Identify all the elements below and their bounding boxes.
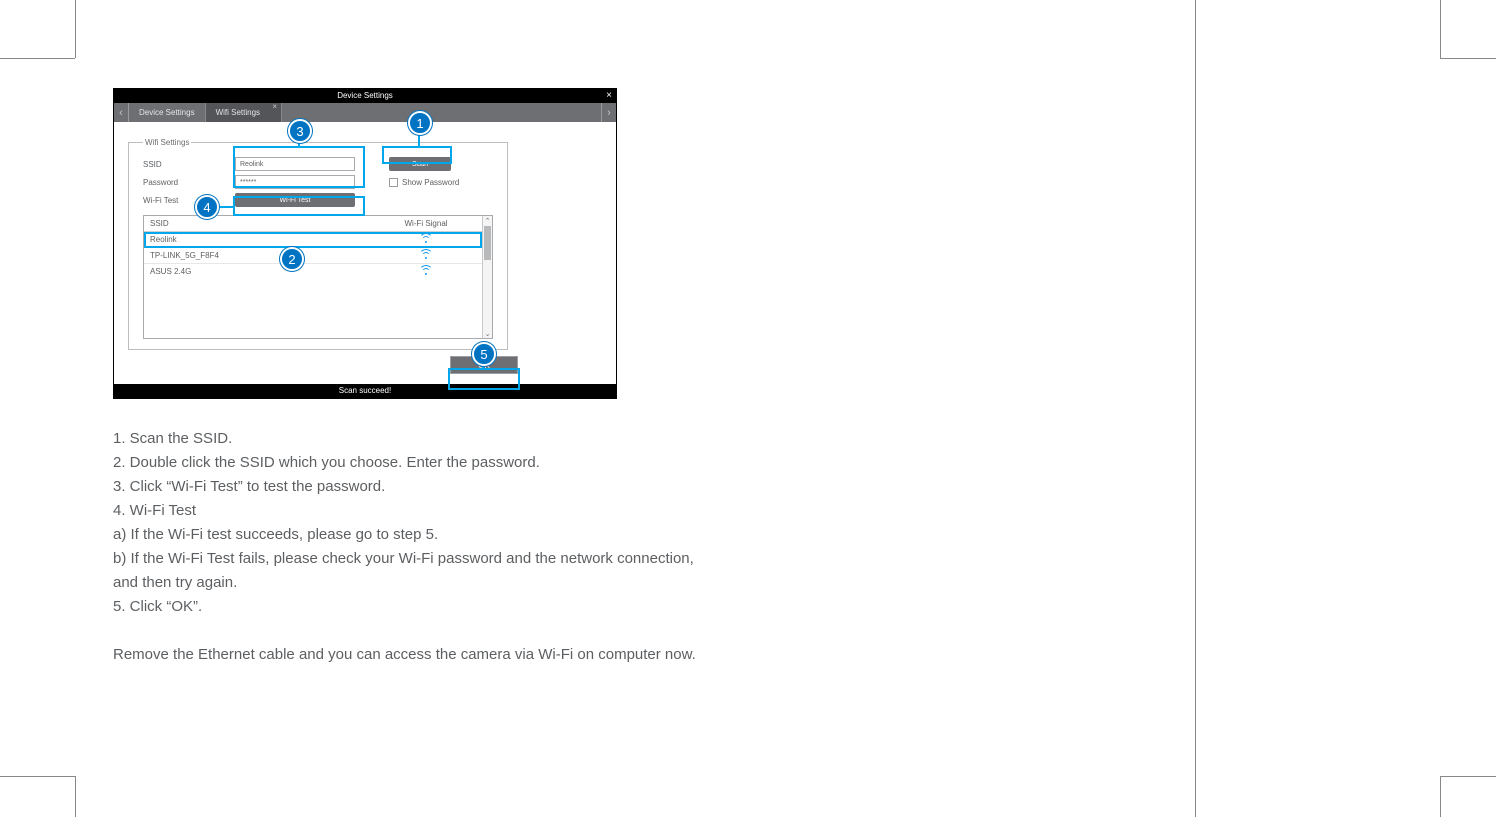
content-area: 1 3 4 2 5 Wifi Settings SSID Reolink Sca… (114, 122, 616, 384)
tab-next-icon[interactable]: › (601, 103, 616, 122)
col-signal: Wi-Fi Signal (370, 219, 482, 228)
tab-prev-icon[interactable]: ‹ (114, 103, 129, 122)
instruction-line: Remove the Ethernet cable and you can ac… (113, 643, 883, 666)
table-header: SSID Wi-Fi Signal (144, 216, 482, 232)
tab-device-settings[interactable]: Device Settings (129, 103, 206, 122)
wifi-signal-icon (370, 249, 482, 262)
wifi-settings-fieldset: Wifi Settings SSID Reolink Scan Password… (128, 138, 508, 350)
table-row[interactable]: Reolink (144, 232, 482, 248)
cell-ssid: ASUS 2.4G (144, 267, 370, 276)
password-input[interactable]: ****** (235, 175, 355, 189)
callout-2: 2 (280, 247, 304, 271)
fieldset-legend: Wifi Settings (143, 138, 191, 147)
instruction-line: b) If the Wi-Fi Test fails, please check… (113, 547, 883, 570)
table-row[interactable]: TP-LINK_5G_F8F4 (144, 248, 482, 264)
show-password-label: Show Password (402, 178, 459, 187)
scan-button[interactable]: Scan (389, 157, 451, 171)
scroll-up-icon[interactable]: ⌃ (483, 216, 492, 225)
tab-close-icon[interactable]: × (272, 102, 277, 111)
scroll-thumb[interactable] (484, 226, 491, 260)
tab-label: Wifi Settings (216, 108, 260, 117)
tab-label: Device Settings (139, 108, 195, 117)
wifi-signal-icon (370, 233, 482, 246)
instructions: 1. Scan the SSID. 2. Double click the SS… (113, 427, 883, 666)
instruction-line: 2. Double click the SSID which you choos… (113, 451, 883, 474)
scroll-down-icon[interactable]: ⌄ (483, 329, 492, 338)
wifi-test-label: Wi-Fi Test (143, 196, 235, 205)
instruction-line: 5. Click “OK”. (113, 595, 883, 618)
instruction-line: and then try again. (113, 571, 883, 594)
callout-1: 1 (408, 111, 432, 135)
window-titlebar: Device Settings × (114, 89, 616, 103)
callout-5: 5 (472, 342, 496, 366)
network-table: SSID Wi-Fi Signal Reolink TP-LINK_5G_F8F… (143, 215, 493, 339)
instruction-line: a) If the Wi-Fi test succeeds, please go… (113, 523, 883, 546)
instruction-line: 4. Wi-Fi Test (113, 499, 883, 522)
scrollbar[interactable]: ⌃ ⌄ (482, 216, 492, 338)
close-icon[interactable]: × (606, 89, 612, 103)
wifi-signal-icon (370, 265, 482, 278)
status-bar: Scan succeed! (114, 384, 616, 398)
row-password: Password ****** Show Password (143, 175, 493, 189)
tab-bar: ‹ Device Settings Wifi Settings × › (114, 103, 616, 122)
password-label: Password (143, 178, 235, 187)
ssid-label: SSID (143, 160, 235, 169)
ssid-input[interactable]: Reolink (235, 157, 355, 171)
cell-ssid: Reolink (144, 235, 370, 244)
wifi-test-button[interactable]: Wi-Fi Test (235, 193, 355, 207)
col-ssid: SSID (144, 219, 370, 228)
callout-3: 3 (288, 119, 312, 143)
callout-4: 4 (195, 195, 219, 219)
row-ssid: SSID Reolink Scan (143, 157, 493, 171)
settings-window: Device Settings × ‹ Device Settings Wifi… (113, 88, 617, 399)
table-row[interactable]: ASUS 2.4G (144, 264, 482, 279)
cell-ssid: TP-LINK_5G_F8F4 (144, 251, 370, 260)
tab-wifi-settings[interactable]: Wifi Settings × (206, 103, 282, 122)
instruction-line: 3. Click “Wi-Fi Test” to test the passwo… (113, 475, 883, 498)
instruction-line: 1. Scan the SSID. (113, 427, 883, 450)
window-title: Device Settings (337, 91, 393, 100)
show-password-checkbox[interactable] (389, 178, 398, 187)
